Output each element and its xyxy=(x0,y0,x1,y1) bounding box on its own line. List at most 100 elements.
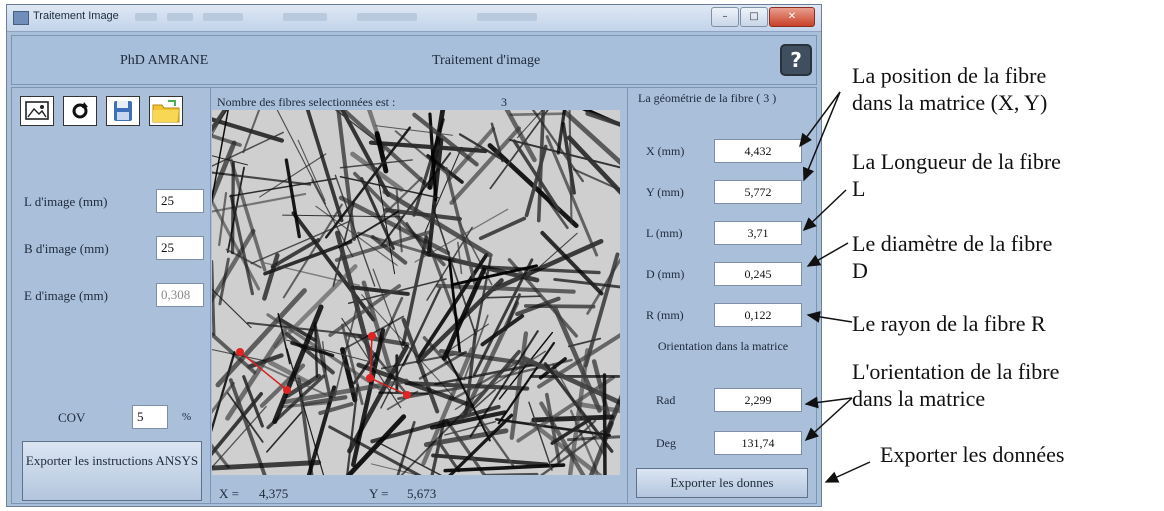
y-value: 5,772 xyxy=(714,180,802,204)
image-width-input[interactable]: 25 xyxy=(156,236,204,260)
diameter-label: D (mm) xyxy=(646,267,685,281)
fiber-strand xyxy=(325,126,412,239)
fiber-strand xyxy=(484,472,539,475)
fiber-strand xyxy=(212,332,257,375)
author-label: PhD AMRANE xyxy=(120,53,209,68)
faded-toolbar-icon xyxy=(477,13,537,21)
cursor-x-value: 4,375 xyxy=(259,486,289,501)
header-bar: PhD AMRANE Traitement d'image ? xyxy=(11,35,817,85)
image-toolbar xyxy=(20,96,183,126)
fiber-count-label: Nombre des fibres selectionnées est : xyxy=(217,95,396,109)
fiber-strand xyxy=(262,252,280,301)
fiber-strand xyxy=(230,161,235,255)
annotation-length: La Longueur de la fibre L xyxy=(852,148,1061,202)
window-title: Traitement Image xyxy=(33,10,119,22)
fiber-strand xyxy=(585,111,620,127)
faded-toolbar-icon xyxy=(283,13,327,21)
fiber-micrograph xyxy=(212,110,620,475)
selected-fiber-marker xyxy=(283,386,291,394)
faded-toolbar-icon xyxy=(135,13,157,21)
annotation-orientation-line1: L'orientation de la fibre xyxy=(852,359,1060,384)
open-image-button[interactable] xyxy=(20,96,54,126)
diameter-value: 0,245 xyxy=(714,262,802,286)
fiber-strand xyxy=(436,283,576,294)
fiber-strand xyxy=(482,295,542,299)
annotation-length-line1: La Longueur de la fibre xyxy=(852,149,1061,174)
left-panel: L d'image (mm) 25 B d'image (mm) 25 E d'… xyxy=(11,87,211,504)
cov-input[interactable]: 5 xyxy=(132,405,168,429)
radius-value: 0,122 xyxy=(714,303,802,327)
fiber-strand xyxy=(212,171,312,186)
length-label: L (mm) xyxy=(646,226,683,240)
cursor-y-label: Y = xyxy=(369,486,389,501)
fiber-strand xyxy=(443,463,566,473)
cov-label: COV xyxy=(58,410,86,425)
selected-fiber-marker xyxy=(403,391,411,399)
image-thickness-label: E d'image (mm) xyxy=(24,288,108,303)
fiber-strand xyxy=(602,373,607,475)
app-window: Traitement Image – □ ✕ PhD AMRANE Traite… xyxy=(6,4,822,507)
annotation-diameter-line1: Le diamètre de la fibre xyxy=(852,231,1053,256)
fiber-strand xyxy=(566,135,620,195)
fiber-strand xyxy=(318,402,354,416)
help-icon: ? xyxy=(790,48,802,72)
radius-label: R (mm) xyxy=(646,308,684,322)
image-thickness-input: 0,308 xyxy=(156,283,204,307)
export-data-button[interactable]: Exporter les donnes xyxy=(636,468,808,498)
annotation-diameter-line2: D xyxy=(852,258,868,283)
title-bar: Traitement Image – □ ✕ xyxy=(7,5,821,32)
arrow-to-export-button xyxy=(824,461,871,483)
geometry-group-title: La géométrie de la fibre ( 3 ) xyxy=(638,91,777,105)
annotation-orientation: L'orientation de la fibre dans la matric… xyxy=(852,358,1059,412)
fiber-image-canvas[interactable] xyxy=(212,110,620,475)
annotation-orientation-line2: dans la matrice xyxy=(852,386,986,411)
annotation-position: La position de la fibre dans la matrice … xyxy=(852,62,1047,116)
fiber-strand xyxy=(568,110,573,225)
help-button[interactable]: ? xyxy=(780,44,812,76)
annotation-position-line1: La position de la fibre xyxy=(852,63,1047,88)
image-width-label: B d'image (mm) xyxy=(24,241,109,256)
fiber-strand xyxy=(212,134,242,147)
fiber-count-value: 3 xyxy=(501,95,507,109)
page-title: Traitement d'image xyxy=(432,53,541,68)
cursor-x-label: X = xyxy=(219,486,239,501)
save-icon xyxy=(114,101,132,121)
x-value: 4,432 xyxy=(714,139,802,163)
fiber-strand xyxy=(212,460,322,471)
deg-value: 131,74 xyxy=(714,431,802,455)
maximize-button[interactable]: □ xyxy=(740,7,768,27)
folder-icon xyxy=(152,100,180,123)
annotation-export: Exporter les données xyxy=(880,442,1065,467)
image-icon xyxy=(25,101,49,120)
percent-unit: % xyxy=(182,411,192,423)
app-icon xyxy=(13,11,29,25)
export-ansys-button[interactable]: Exporter les instructions ANSYS xyxy=(22,441,202,501)
fiber-strand xyxy=(328,425,422,475)
fiber-strand xyxy=(276,110,327,205)
save-button[interactable] xyxy=(106,96,140,126)
reset-button[interactable] xyxy=(63,96,97,126)
rad-value: 2,299 xyxy=(714,388,802,412)
refresh-icon xyxy=(72,102,88,119)
faded-toolbar-icon xyxy=(357,13,417,21)
image-length-input[interactable]: 25 xyxy=(156,189,204,213)
x-label: X (mm) xyxy=(646,144,685,158)
right-panel: La géométrie de la fibre ( 3 ) X (mm) 4,… xyxy=(627,87,817,504)
length-value: 3,71 xyxy=(714,221,802,245)
annotation-radius: Le rayon de la fibre R xyxy=(852,311,1046,336)
orientation-title: Orientation dans la matrice xyxy=(657,339,789,353)
annotation-position-line2: dans la matrice (X, Y) xyxy=(852,90,1048,115)
image-length-label: L d'image (mm) xyxy=(24,194,108,209)
cursor-y-value: 5,673 xyxy=(407,486,437,501)
open-folder-button[interactable] xyxy=(149,96,183,126)
selected-fiber-marker xyxy=(368,332,376,340)
close-button[interactable]: ✕ xyxy=(769,7,815,27)
selected-fiber-marker xyxy=(366,374,374,382)
deg-label: Deg xyxy=(656,436,676,450)
annotation-length-line2: L xyxy=(852,176,866,201)
rad-label: Rad xyxy=(656,393,676,407)
fiber-strand xyxy=(447,126,496,181)
selected-fiber-marker xyxy=(236,348,244,356)
minimize-button[interactable]: – xyxy=(711,7,739,27)
y-label: Y (mm) xyxy=(646,185,684,199)
